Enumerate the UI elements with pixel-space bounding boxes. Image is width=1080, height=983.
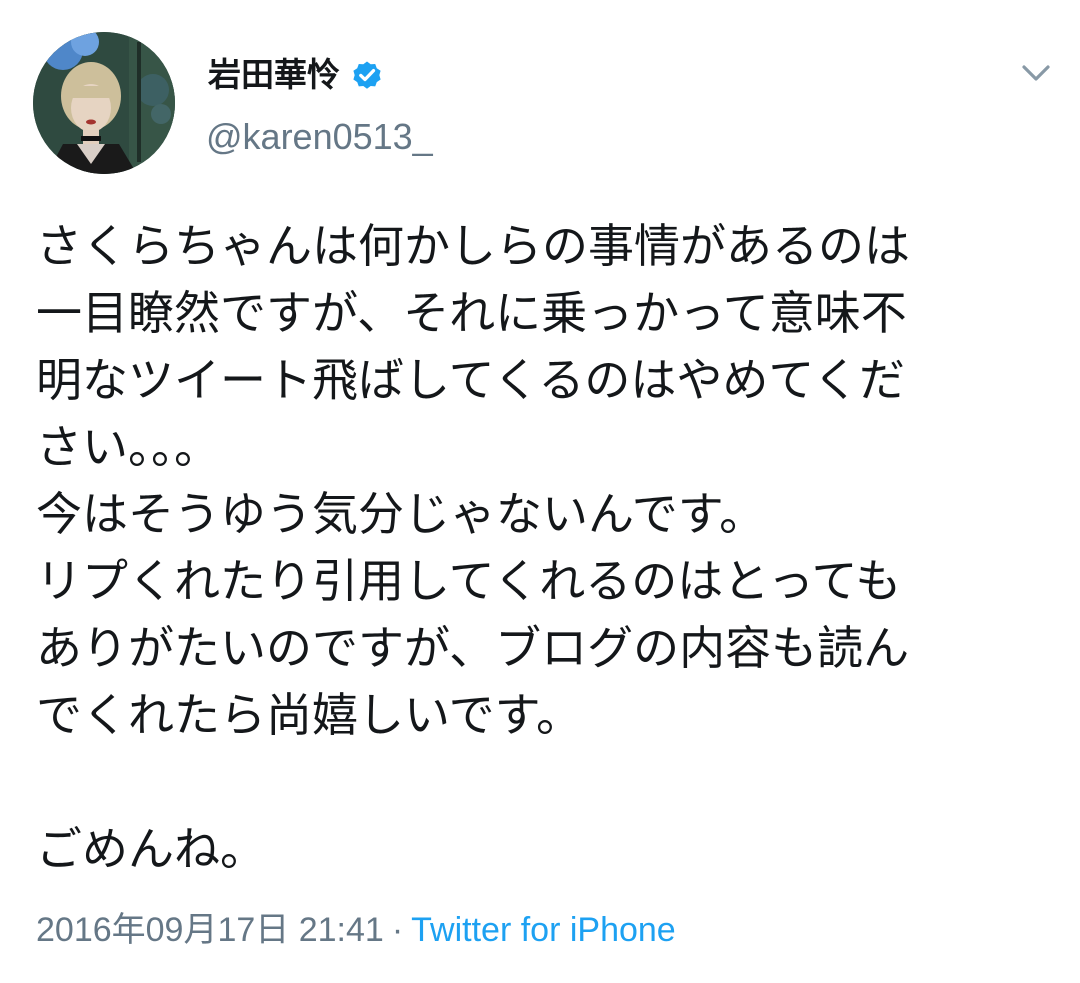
tweet-meta: 2016年09月17日 21:41 · Twitter for iPhone [36,908,676,952]
user-handle[interactable]: @karen0513_ [206,114,433,160]
author-name-row[interactable]: 岩田華怜 [208,52,384,98]
tweet-text: さくらちゃんは何かしらの事情があるのは 一目瞭然ですが、それに乗っかって意味不 … [36,213,1046,883]
tweet-line: 今はそうゆう気分じゃないんです。 [36,487,766,541]
tweet-blank-line [36,749,1046,816]
verified-badge-icon [350,58,384,92]
tweet-line: でくれたら尚嬉しいです。 [36,688,583,742]
display-name[interactable]: 岩田華怜 [208,52,340,98]
tweet-line: リプくれたり引用してくれるのはとっても [36,554,902,608]
meta-separator: · [391,911,404,949]
tweet-line: さい。。。 [36,420,220,474]
tweet-line: ありがたいのですが、ブログの内容も読ん [36,621,910,675]
tweet-line: さくらちゃんは何かしらの事情があるのは [36,219,910,273]
avatar[interactable] [33,32,175,174]
tweet-line: 一目瞭然ですが、それに乗っかって意味不 [36,286,907,340]
avatar-image [33,32,175,174]
timestamp[interactable]: 2016年09月17日 21:41 [36,911,384,949]
chevron-down-icon[interactable] [1018,58,1054,88]
tweet-card: 岩田華怜 @karen0513_ さくらちゃんは何かしらの事情があるのは 一目瞭… [0,0,1080,983]
source-link[interactable]: Twitter for iPhone [411,911,676,949]
tweet-line: ごめんね。 [36,822,266,876]
tweet-line: 明なツイート飛ばしてくるのはやめてくだ [36,353,905,407]
